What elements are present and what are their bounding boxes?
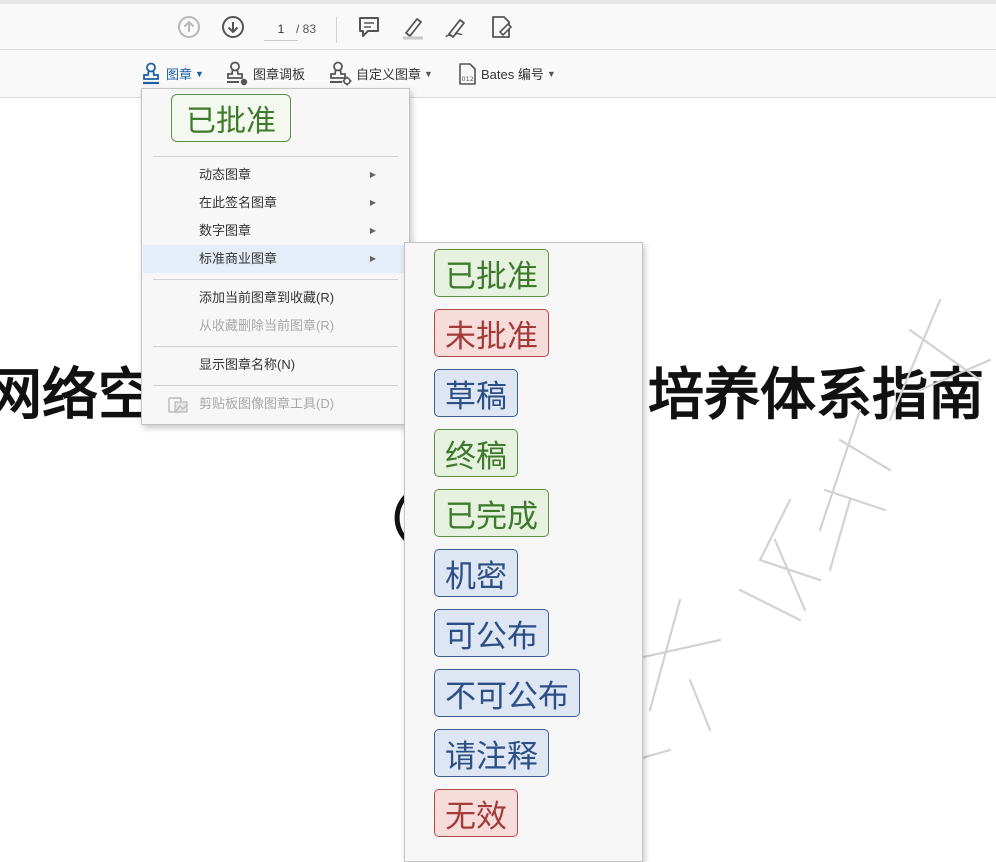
menu-item-add-to-favorites[interactable]: 添加当前图章到收藏(R) [143, 284, 408, 312]
chevron-down-icon: ▼ [424, 68, 433, 79]
recent-stamp-approved[interactable]: 已批准 [171, 94, 291, 142]
bates-numbering-button[interactable]: 012 Bates 编号 ▼ [457, 50, 556, 97]
stamp-approved[interactable]: 已批准 [434, 249, 549, 297]
stamp-not-approved[interactable]: 未批准 [434, 309, 549, 357]
clipboard-image-icon [168, 397, 188, 413]
menu-item-show-stamp-names[interactable]: 显示图章名称(N) [143, 351, 408, 379]
chevron-down-icon: ▼ [195, 68, 204, 79]
highlighter-icon[interactable] [400, 14, 426, 40]
custom-stamp-label: 自定义图章 [356, 67, 422, 82]
menu-divider [153, 279, 398, 280]
toolbar-divider [336, 17, 337, 43]
menu-item-dynamic-stamps[interactable]: 动态图章 ▶ [143, 161, 408, 189]
menu-item-label: 数字图章 [199, 223, 252, 238]
menu-item-remove-from-favorites: 从收藏删除当前图章(R) [199, 318, 335, 333]
submenu-arrow-icon: ▶ [369, 170, 376, 179]
stamp-draft[interactable]: 草稿 [434, 369, 518, 417]
stamps-label: 图章 [166, 67, 193, 82]
submenu-arrow-icon: ▶ [369, 226, 376, 235]
previous-page-icon[interactable] [176, 14, 202, 40]
custom-stamp-icon [330, 61, 352, 85]
document-subtitle: （ [362, 492, 411, 548]
menu-item-label: 剪贴板图像图章工具(D) [199, 396, 335, 411]
bates-document-icon: 012 [459, 62, 476, 85]
page-total: / 83 [296, 22, 317, 36]
menu-item-standard-business-stamps[interactable]: 标准商业图章 ▶ [143, 245, 408, 273]
menu-divider [153, 346, 398, 347]
stamp-icon [143, 62, 159, 84]
stamp-void[interactable]: 无效 [434, 789, 518, 837]
stamp-palette-label: 图章调板 [253, 67, 306, 82]
chevron-down-icon: ▼ [546, 68, 556, 79]
fill-sign-icon[interactable] [488, 14, 514, 40]
menu-divider [153, 385, 398, 386]
stamp-confidential[interactable]: 机密 [434, 549, 518, 597]
menu-item-label: 在此签名图章 [199, 195, 278, 210]
stamp-palette-icon [227, 61, 248, 85]
menu-divider [153, 156, 398, 157]
svg-text:012: 012 [462, 75, 474, 83]
navigation-toolbar: / 83 [0, 0, 996, 50]
stamp-not-for-public-release[interactable]: 不可公布 [434, 669, 580, 717]
menu-item-label: 标准商业图章 [199, 251, 278, 266]
stamp-final[interactable]: 终稿 [434, 429, 518, 477]
submenu-arrow-icon: ▶ [369, 198, 376, 207]
comment-icon[interactable] [356, 14, 382, 40]
bates-label: Bates 编号 [481, 67, 544, 82]
submenu-arrow-icon: ▶ [369, 254, 376, 263]
stamp-for-comment[interactable]: 请注释 [434, 729, 549, 777]
menu-item-sign-here-stamps[interactable]: 在此签名图章 ▶ [143, 189, 408, 217]
menu-item-clipboard-image-stamp: 剪贴板图像图章工具(D) [143, 390, 408, 418]
menu-item-digital-stamps[interactable]: 数字图章 ▶ [143, 217, 408, 245]
stamp-completed[interactable]: 已完成 [434, 489, 549, 537]
standard-business-stamps-submenu: 已批准 未批准 草稿 终稿 已完成 机密 可公布 不可公布 请注释 无效 [404, 242, 643, 862]
page-number-input[interactable] [264, 18, 298, 41]
next-page-icon[interactable] [220, 14, 246, 40]
document-title-left: 网络空 [0, 363, 154, 428]
stamps-menu: 已批准 动态图章 ▶ 在此签名图章 ▶ 数字图章 ▶ 标准商业图章 ▶ 添加当前… [141, 88, 410, 425]
sign-pen-icon[interactable] [444, 14, 470, 40]
menu-item-label: 动态图章 [199, 167, 252, 182]
stamp-for-public-release[interactable]: 可公布 [434, 609, 549, 657]
